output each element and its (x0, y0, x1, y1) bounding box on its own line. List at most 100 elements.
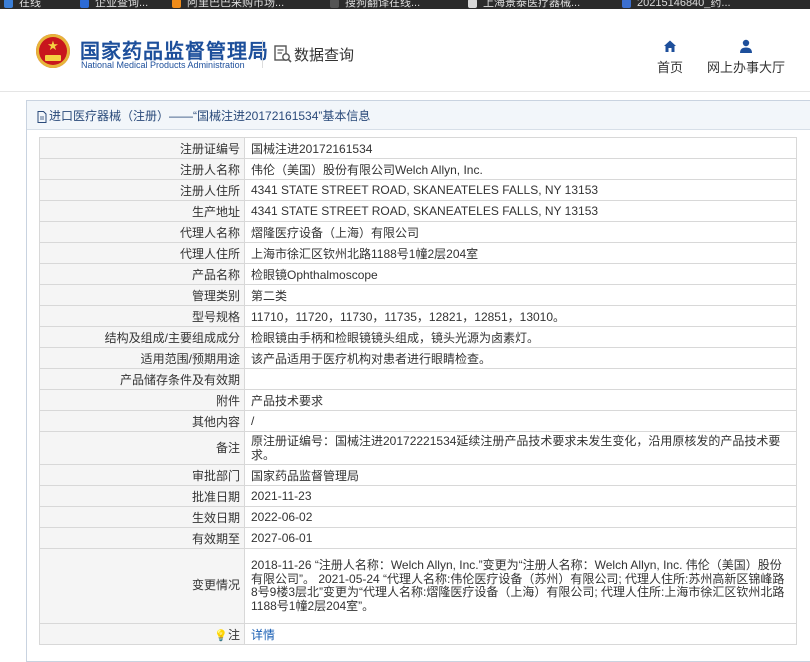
bookmark-favicon-icon (4, 0, 13, 8)
bookmark-favicon-icon (622, 0, 631, 8)
bookmark-favicon-icon (172, 0, 181, 8)
field-value: 2021-11-23 (244, 485, 797, 507)
field-label: 💡注 (39, 623, 245, 645)
bookmark-label: 在线 (19, 0, 41, 9)
table-row: 有效期至 2027-06-01 (39, 527, 797, 549)
field-label: 有效期至 (39, 527, 245, 549)
field-label: 代理人住所 (39, 242, 245, 264)
bookmark-favicon-icon (330, 0, 339, 8)
field-label: 管理类别 (39, 284, 245, 306)
bookmark-label: 搜狗翻译在线... (345, 0, 421, 9)
lightbulb-icon: 💡 (214, 629, 228, 642)
nav-online-hall-label: 网上办事大厅 (706, 60, 785, 75)
field-value: 4341 STATE STREET ROAD, SKANEATELES FALL… (244, 200, 797, 222)
field-label: 注册证编号 (39, 137, 245, 159)
bookmark-label: 上海景泰医疗器械... (483, 0, 581, 9)
table-row: 注册证编号 国械注进20172161534 (39, 137, 797, 159)
field-label: 备注 (39, 431, 245, 465)
field-value: 熠隆医疗设备（上海）有限公司 (244, 221, 797, 243)
field-value: 4341 STATE STREET ROAD, SKANEATELES FALL… (244, 179, 797, 201)
table-row: 附件 产品技术要求 (39, 389, 797, 411)
field-value: 2022-06-02 (244, 506, 797, 528)
user-icon (740, 39, 752, 53)
table-row: 注册人名称 伟伦（美国）股份有限公司Welch Allyn, Inc. (39, 158, 797, 180)
nav-home-label: 首页 (656, 60, 683, 75)
table-row: 注册人住所 4341 STATE STREET ROAD, SKANEATELE… (39, 179, 797, 201)
table-row: 审批部门 国家药品监督管理局 (39, 464, 797, 486)
bookmark-item[interactable]: 在线 (4, 0, 41, 9)
field-label: 附件 (39, 389, 245, 411)
field-value (244, 368, 797, 390)
bookmark-item[interactable]: 企业查询... (80, 0, 149, 9)
field-label: 产品名称 (39, 263, 245, 285)
field-label: 其他内容 (39, 410, 245, 432)
field-label: 生产地址 (39, 200, 245, 222)
field-value: 上海市徐汇区钦州北路1188号1幢2层204室 (244, 242, 797, 264)
national-emblem-icon[interactable]: ★ (36, 34, 70, 68)
data-query-icon (274, 45, 292, 63)
field-label: 生效日期 (39, 506, 245, 528)
field-value: 检眼镜Ophthalmoscope (244, 263, 797, 285)
field-label: 产品储存条件及有效期 (39, 368, 245, 390)
field-value: 检眼镜由手柄和检眼镜镜头组成，镜头光源为卤素灯。 (244, 326, 797, 348)
field-value: 国家药品监督管理局 (244, 464, 797, 486)
table-row: 产品名称 检眼镜Ophthalmoscope (39, 263, 797, 285)
field-label: 注册人名称 (39, 158, 245, 180)
bookmark-label: 阿里巴巴采购市场... (187, 0, 285, 9)
nav-online-hall[interactable]: 网上办事大厅 (706, 38, 786, 76)
field-value: 该产品适用于医疗机构对患者进行眼睛检查。 (244, 347, 797, 369)
bookmark-favicon-icon (468, 0, 477, 8)
table-row: 生效日期 2022-06-02 (39, 506, 797, 528)
table-row: 管理类别 第二类 (39, 284, 797, 306)
field-value: / (244, 410, 797, 432)
field-value: 产品技术要求 (244, 389, 797, 411)
table-row: 变更情况 2018-11-26 “注册人名称：Welch Allyn, Inc.… (39, 548, 797, 624)
bookmarks-bar: 在线 企业查询... 阿里巴巴采购市场... 搜狗翻译在线... 上海景泰医疗器… (0, 0, 810, 9)
bookmark-item[interactable]: 上海景泰医疗器械... (468, 0, 581, 9)
details-link[interactable]: 详情 (251, 628, 275, 642)
field-label: 型号规格 (39, 305, 245, 327)
field-value: 国械注进20172161534 (244, 137, 797, 159)
field-value: 详情 (244, 623, 797, 645)
header-divider (262, 40, 263, 68)
note-label: 注 (227, 627, 240, 642)
table-row: 代理人名称 熠隆医疗设备（上海）有限公司 (39, 221, 797, 243)
field-label: 代理人名称 (39, 221, 245, 243)
table-row: 其他内容 / (39, 410, 797, 432)
table-row: 结构及组成/主要组成成分 检眼镜由手柄和检眼镜镜头组成，镜头光源为卤素灯。 (39, 326, 797, 348)
bookmark-favicon-icon (80, 0, 89, 8)
site-header: ★ 国家药品监督管理局 National Medical Products Ad… (0, 9, 810, 92)
bookmark-label: 企业查询... (95, 0, 149, 9)
table-row: 批准日期 2021-11-23 (39, 485, 797, 507)
field-label: 审批部门 (39, 464, 245, 486)
bookmark-label: 20215146840_药... (637, 0, 731, 9)
table-row: 生产地址 4341 STATE STREET ROAD, SKANEATELES… (39, 200, 797, 222)
field-value: 2027-06-01 (244, 527, 797, 549)
info-table: 注册证编号 国械注进20172161534 注册人名称 伟伦（美国）股份有限公司… (39, 137, 797, 645)
nav-home[interactable]: 首页 (650, 38, 690, 76)
field-label: 适用范围/预期用途 (39, 347, 245, 369)
table-row: 适用范围/预期用途 该产品适用于医疗机构对患者进行眼睛检查。 (39, 347, 797, 369)
field-value: 第二类 (244, 284, 797, 306)
bookmark-item[interactable]: 搜狗翻译在线... (330, 0, 421, 9)
site-subtitle: National Medical Products Administration (81, 60, 245, 70)
panel-title: 进口医疗器械（注册）——“国械注进20172161534”基本信息 (49, 109, 371, 123)
table-row: 代理人住所 上海市徐汇区钦州北路1188号1幢2层204室 (39, 242, 797, 264)
bookmark-item[interactable]: 20215146840_药... (622, 0, 731, 9)
field-value: 11710，11720，11730，11735，12821，12851，1301… (244, 305, 797, 327)
table-row: 💡注 详情 (39, 623, 797, 645)
table-row: 产品储存条件及有效期 (39, 368, 797, 390)
field-label: 变更情况 (39, 548, 245, 624)
panel-title-bar: 进口医疗器械（注册）——“国械注进20172161534”基本信息 (27, 101, 810, 130)
detail-panel: 进口医疗器械（注册）——“国械注进20172161534”基本信息 注册证编号 … (26, 100, 810, 662)
table-row: 备注 原注册证编号：国械注进20172221534延续注册产品技术要求未发生变化… (39, 431, 797, 465)
field-value: 2018-11-26 “注册人名称：Welch Allyn, Inc.”变更为“… (244, 548, 797, 624)
bookmark-item[interactable]: 阿里巴巴采购市场... (172, 0, 285, 9)
table-row: 型号规格 11710，11720，11730，11735，12821，12851… (39, 305, 797, 327)
home-icon (664, 40, 676, 52)
field-label: 注册人住所 (39, 179, 245, 201)
data-query-label[interactable]: 数据查询 (294, 44, 354, 65)
field-label: 批准日期 (39, 485, 245, 507)
field-value: 伟伦（美国）股份有限公司Welch Allyn, Inc. (244, 158, 797, 180)
field-label: 结构及组成/主要组成成分 (39, 326, 245, 348)
